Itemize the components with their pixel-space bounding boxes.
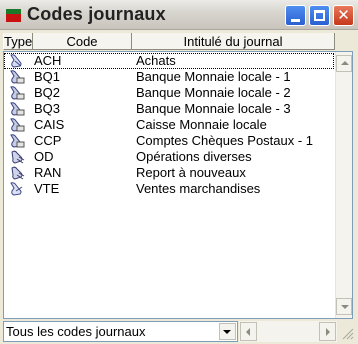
resize-grip-icon[interactable] xyxy=(340,326,354,340)
scroll-down-button[interactable] xyxy=(336,298,352,315)
column-header-code[interactable]: Code xyxy=(33,33,132,50)
list-header: Type Code Intitulé du journal xyxy=(3,33,335,51)
journal-label: Banque Monnaie locale - 3 xyxy=(136,101,291,116)
footer-bar: Tous les codes journaux xyxy=(3,320,355,342)
app-icon xyxy=(6,9,21,22)
arrow-left-icon xyxy=(246,328,250,336)
journal-label: Opérations diverses xyxy=(136,149,252,164)
arrow-up-icon xyxy=(341,61,349,65)
journal-code: BQ2 xyxy=(34,85,61,100)
arrow-down-icon xyxy=(341,305,349,309)
journal-code: OD xyxy=(34,149,54,164)
journal-code: BQ1 xyxy=(34,69,61,84)
journal-code: CAIS xyxy=(34,117,65,132)
journal-code: BQ3 xyxy=(34,101,61,116)
title-bar[interactable]: Codes journaux ✕ xyxy=(0,0,358,30)
journal-row[interactable]: RAN Report à nouveaux xyxy=(4,165,334,181)
maximize-icon xyxy=(314,10,325,21)
journal-label: Comptes Chèques Postaux - 1 xyxy=(136,133,314,148)
journal-label: Banque Monnaie locale - 2 xyxy=(136,85,291,100)
journal-row[interactable]: BQ3 Banque Monnaie locale - 3 xyxy=(4,101,334,117)
journal-label: Banque Monnaie locale - 1 xyxy=(136,69,291,84)
bank-journal-icon xyxy=(8,69,26,85)
bank-journal-icon xyxy=(8,133,26,149)
window-title: Codes journaux xyxy=(27,4,166,24)
bank-journal-icon xyxy=(8,117,26,133)
bank-journal-icon xyxy=(8,85,26,101)
journal-row[interactable]: BQ1 Banque Monnaie locale - 1 xyxy=(4,69,334,85)
vertical-scrollbar[interactable] xyxy=(335,52,352,318)
purchases-journal-icon xyxy=(8,53,26,69)
journal-code: ACH xyxy=(34,53,62,68)
journal-row[interactable]: CAIS Caisse Monnaie locale xyxy=(4,117,334,133)
general-journal-icon xyxy=(8,149,26,165)
minimize-icon xyxy=(291,19,300,22)
journal-row[interactable]: ACH Achats xyxy=(4,53,334,69)
minimize-button[interactable] xyxy=(285,5,306,26)
journal-row[interactable]: OD Opérations diverses xyxy=(4,149,334,165)
scroll-left-button[interactable] xyxy=(240,322,257,341)
bank-journal-icon xyxy=(8,101,26,117)
journal-code: VTE xyxy=(34,181,60,196)
journal-row[interactable]: VTE Ventes marchandises xyxy=(4,181,334,197)
close-button[interactable]: ✕ xyxy=(333,5,354,26)
journal-row[interactable]: BQ2 Banque Monnaie locale - 2 xyxy=(4,85,334,101)
journal-label: Achats xyxy=(136,53,176,68)
journal-codes-window: Codes journaux ✕ Type Code Intitulé du j… xyxy=(0,0,358,344)
filter-dropdown-button[interactable] xyxy=(219,323,236,340)
sales-journal-icon xyxy=(8,181,26,197)
close-icon: ✕ xyxy=(337,6,350,24)
journal-row[interactable]: CCP Comptes Chèques Postaux - 1 xyxy=(4,133,334,149)
journal-code: CCP xyxy=(34,133,62,148)
journal-filter-select[interactable]: Tous les codes journaux xyxy=(3,321,238,342)
arrow-right-icon xyxy=(326,328,330,336)
general-journal-icon xyxy=(8,165,26,181)
filter-selected-value: Tous les codes journaux xyxy=(6,324,146,339)
chevron-down-icon xyxy=(223,330,231,334)
horizontal-scrollbar[interactable] xyxy=(239,321,337,342)
maximize-button[interactable] xyxy=(309,5,330,26)
journal-label: Report à nouveaux xyxy=(136,165,246,180)
journal-label: Ventes marchandises xyxy=(136,181,261,196)
column-header-type[interactable]: Type xyxy=(3,33,33,50)
column-header-intitule[interactable]: Intitulé du journal xyxy=(132,33,335,50)
journal-code: RAN xyxy=(34,165,62,180)
scroll-right-button[interactable] xyxy=(319,322,336,341)
scroll-up-button[interactable] xyxy=(336,55,352,72)
journal-label: Caisse Monnaie locale xyxy=(136,117,267,132)
